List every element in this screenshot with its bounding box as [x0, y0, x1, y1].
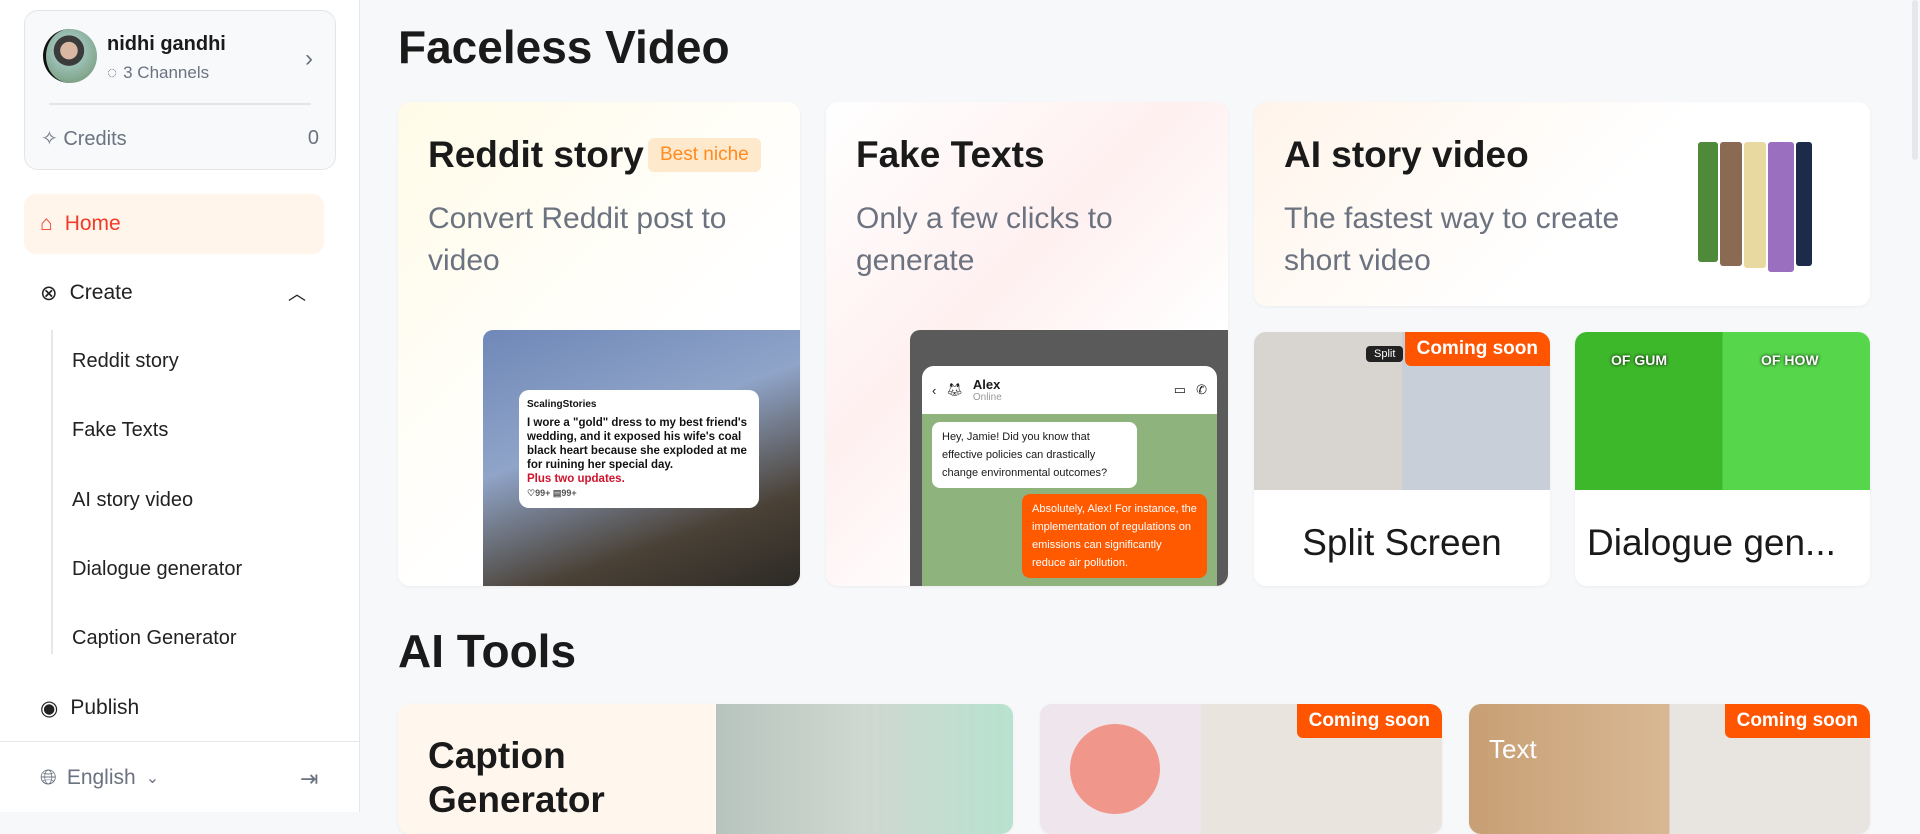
chat-message-sent: Absolutely, Alex! For instance, the impl…	[1022, 494, 1207, 578]
card-fake-texts[interactable]: Fake Texts Only a few clicks to generate…	[826, 102, 1228, 586]
card-ai-tool-3[interactable]: Text Coming soon	[1469, 704, 1870, 834]
language-select[interactable]: 🌐︎ English ⌄	[40, 766, 159, 790]
dialogue-image: OF GUM OF HOW	[1575, 332, 1870, 490]
coming-soon-badge: Coming soon	[1296, 704, 1442, 738]
globe-icon: 🌐︎	[40, 766, 57, 789]
tool-image-text: Text	[1489, 734, 1537, 764]
post-text: I wore a "gold" dress to my best friend'…	[527, 417, 748, 471]
card-dialogue-generator[interactable]: OF GUM OF HOW Dialogue gen...	[1575, 332, 1870, 586]
nav-dialogue-generator[interactable]: Dialogue generator	[72, 558, 242, 581]
logout-icon[interactable]: ⇥	[300, 766, 318, 792]
avatar	[43, 29, 97, 83]
nav-reddit-story[interactable]: Reddit story	[72, 350, 179, 373]
card-ai-tool-2[interactable]: Coming soon	[1040, 704, 1442, 834]
card-subtitle: Convert Reddit post to video	[428, 202, 727, 277]
nav-home[interactable]: ⌂ Home	[24, 194, 324, 254]
tool-image	[1070, 724, 1160, 814]
nav-create-label: Create	[69, 281, 133, 304]
divider	[49, 103, 311, 105]
divider	[0, 741, 359, 742]
reddit-post: ScalingStories I wore a "gold" dress to …	[519, 390, 759, 508]
coming-soon-badge: Coming soon	[1404, 332, 1550, 366]
post-highlight: Plus two updates.	[527, 473, 625, 485]
channels-icon: ◌	[107, 63, 118, 82]
nav-caption-generator[interactable]: Caption Generator	[72, 627, 237, 650]
coming-soon-badge: Coming soon	[1724, 704, 1870, 738]
fake-texts-preview-image: ‹ 🦊︎ Alex Online ▭ ✆ Hey, Jamie! Did you know…	[910, 330, 1228, 586]
card-title: Reddit story	[428, 134, 644, 175]
card-subtitle: Only a few clicks to generate	[856, 202, 1113, 277]
chat-message-received: Hey, Jamie! Did you know that effective …	[932, 422, 1137, 488]
chat-status: Online	[972, 392, 1002, 403]
caption-generator-image	[716, 704, 1013, 834]
video-thumbnails-stack	[1698, 142, 1812, 272]
image-caption: OF HOW	[1761, 352, 1819, 368]
credits-row: ✧ Credits 0	[41, 126, 319, 151]
nav-create[interactable]: ⊗ Create ︿	[24, 263, 324, 323]
credits-value: 0	[307, 127, 319, 149]
card-subtitle: The fastest way to create short video	[1284, 202, 1620, 277]
card-reddit-story[interactable]: Reddit story Best niche Convert Reddit p…	[398, 102, 800, 586]
section-title-ai-tools: AI Tools	[398, 625, 577, 677]
chat-avatar: 🦊︎	[946, 382, 963, 397]
channels-count: 3 Channels	[123, 63, 210, 82]
section-title-faceless: Faceless Video	[398, 21, 730, 73]
best-niche-badge: Best niche	[648, 138, 761, 172]
image-caption: OF GUM	[1611, 352, 1667, 368]
card-title: Fake Texts	[856, 134, 1045, 175]
publish-icon: ◉	[40, 696, 59, 720]
card-split-screen[interactable]: Split Coming soon Split Screen	[1254, 332, 1550, 586]
card-title: AI story video	[1284, 134, 1529, 175]
card-ai-story-video[interactable]: AI story video The fastest way to create…	[1254, 102, 1870, 306]
create-icon: ⊗	[40, 281, 58, 305]
sidebar: nidhi gandhi ◌ 3 Channels › ✧ Credits 0 ⌂ H…	[0, 0, 360, 812]
post-user: ScalingStories	[527, 399, 597, 410]
nav-publish-label: Publish	[70, 696, 140, 719]
chevron-down-icon: ⌄	[145, 770, 160, 787]
nav-ai-story-video[interactable]: AI story video	[72, 489, 193, 512]
card-title: Split Screen	[1302, 522, 1502, 563]
reddit-preview-image: ScalingStories I wore a "gold" dress to …	[483, 330, 800, 586]
profile-card[interactable]: nidhi gandhi ◌ 3 Channels › ✧ Credits 0	[24, 10, 336, 170]
card-caption-generator[interactable]: Caption Generator	[398, 704, 1013, 834]
language-label: English	[66, 766, 136, 789]
submenu-line	[51, 330, 53, 654]
card-title: Dialogue gen...	[1587, 522, 1836, 563]
home-icon: ⌂	[40, 212, 53, 235]
nav-home-label: Home	[64, 212, 121, 235]
nav-fake-texts[interactable]: Fake Texts	[72, 419, 168, 442]
sparkle-icon: ✧	[41, 128, 58, 150]
split-tag: Split	[1366, 346, 1404, 362]
post-comments: 99+	[561, 488, 577, 498]
nav-publish[interactable]: ◉ Publish	[24, 678, 324, 738]
chat-name: Alex	[972, 377, 1001, 392]
back-icon: ‹	[932, 382, 937, 398]
user-name: nidhi gandhi	[107, 33, 226, 55]
video-call-icon: ▭	[1173, 382, 1187, 397]
card-title: Caption Generator	[428, 735, 605, 820]
post-likes: 99+	[535, 488, 551, 498]
chevron-up-icon[interactable]: ︿	[288, 280, 306, 306]
chat-mockup: ‹ 🦊︎ Alex Online ▭ ✆ Hey, Jamie! Did you know…	[922, 366, 1217, 586]
scrollbar[interactable]	[1912, 0, 1918, 160]
chevron-right-icon[interactable]: ›	[305, 45, 313, 73]
credits-label: Credits	[63, 128, 127, 150]
phone-icon: ✆	[1196, 382, 1207, 397]
